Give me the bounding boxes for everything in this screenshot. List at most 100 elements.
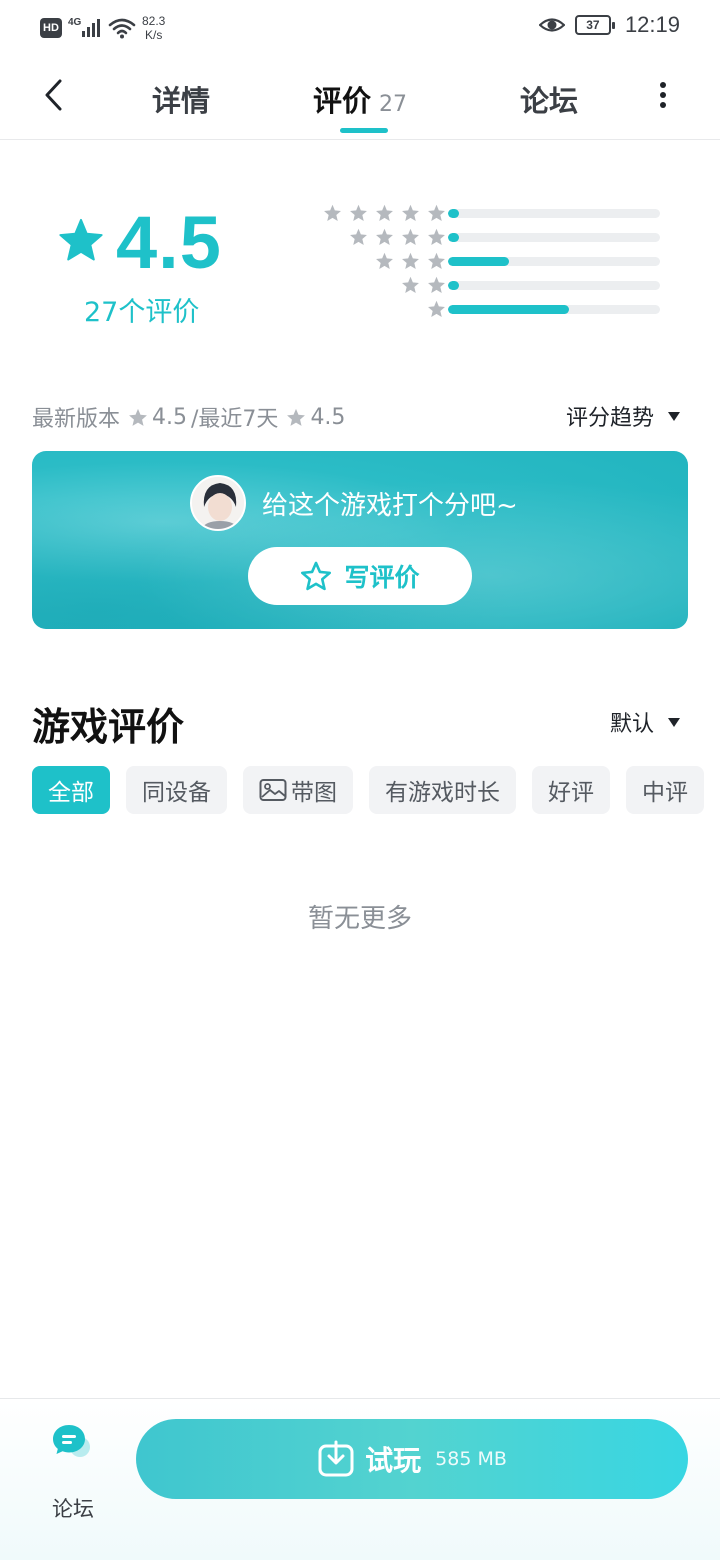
star-icon [129, 408, 147, 426]
star-icon [324, 204, 341, 221]
write-review-button[interactable]: 写评价 [248, 547, 472, 605]
top-nav: 详情 评价 27 论坛 [0, 56, 720, 140]
network-speed: 82.3 K/s [142, 14, 165, 42]
filter-chip-has-playtime[interactable]: 有游戏时长 [369, 766, 516, 814]
back-arrow-icon[interactable] [40, 78, 70, 112]
row-stars [401, 276, 446, 294]
clock: 12:19 [624, 12, 680, 37]
rating-distribution-row [300, 298, 670, 322]
filter-chip-with-images[interactable]: 带图 [243, 766, 353, 814]
star-icon [350, 204, 367, 221]
status-bar: HD 4G 82.3 K/s 37 12:19 [0, 0, 720, 56]
rating-distribution-row [300, 274, 670, 298]
tab-forum[interactable]: 论坛 [520, 78, 578, 120]
tab-details[interactable]: 详情 [152, 78, 210, 120]
filter-chip-all[interactable]: 全部 [32, 766, 110, 814]
filter-chip-same-device[interactable]: 同设备 [126, 766, 227, 814]
chat-bubble-icon [53, 1425, 90, 1457]
sort-dropdown[interactable]: 默认 [610, 706, 680, 738]
filter-chip-label: 同设备 [142, 780, 211, 806]
star-icon [287, 408, 306, 426]
star-icon [428, 228, 445, 245]
row-stars [375, 252, 446, 270]
eye-comfort-icon [538, 18, 565, 32]
latest-version-label: 最新版本 [32, 407, 121, 432]
filter-chip-positive[interactable]: 好评 [532, 766, 610, 814]
rating-bar-fill [448, 209, 459, 218]
rating-bar-fill [448, 233, 459, 242]
speed-unit: K/s [145, 28, 163, 42]
battery-level: 37 [586, 18, 600, 32]
tab-details-label: 详情 [152, 84, 211, 118]
version-rating-row: 最新版本 4.5 /最近7天 4.5 评分趋势 [32, 400, 688, 434]
rating-bar-track [448, 233, 660, 242]
download-icon [318, 1440, 354, 1477]
latest-version-score: 4.5 [152, 404, 188, 430]
star-icon [402, 204, 419, 221]
rating-distribution-row [300, 202, 670, 226]
write-review-card: 给这个游戏打个分吧~ 写评价 [32, 451, 688, 629]
sort-label: 默认 [609, 712, 654, 737]
cellular-signal-icon: 4G [68, 17, 102, 39]
bottom-action-bar: 论坛 试玩 585 MB [0, 1398, 720, 1560]
tab-reviews-label: 评价 [313, 84, 372, 118]
rating-distribution-row [300, 226, 670, 250]
filter-chip-neutral[interactable]: 中评 [626, 766, 704, 814]
average-score: 4.5 [116, 201, 222, 284]
hd-icon: HD [40, 18, 62, 38]
wifi-icon [108, 18, 136, 39]
download-size: 585 MB [435, 1448, 507, 1470]
star-icon [402, 252, 419, 269]
filter-chip-label: 好评 [548, 780, 594, 806]
rating-bar-fill [448, 305, 569, 314]
avatar-image [192, 477, 244, 529]
filter-chip-label: 带图 [291, 780, 337, 806]
forum-button[interactable]: 论坛 [40, 1421, 104, 1521]
star-icon [428, 204, 445, 221]
star-icon [376, 228, 393, 245]
rating-bar-track [448, 209, 660, 218]
more-options-icon[interactable] [656, 80, 670, 110]
speed-value: 82.3 [142, 14, 166, 28]
active-tab-indicator [340, 128, 388, 133]
star-icon [428, 252, 445, 269]
dropdown-arrow-icon [668, 411, 680, 421]
user-avatar [190, 475, 246, 531]
section-title: 游戏评价 [32, 705, 185, 749]
tab-reviews-count: 27 [379, 92, 408, 117]
tab-reviews[interactable]: 评价 27 [313, 78, 407, 120]
filter-chip-label: 全部 [48, 780, 94, 806]
trial-play-button[interactable]: 试玩 585 MB [136, 1419, 688, 1499]
row-stars [427, 300, 446, 318]
rating-trend-dropdown[interactable]: 评分趋势 [566, 400, 680, 432]
rating-bar-fill [448, 281, 459, 290]
rating-summary: 4.5 27个评价 [58, 200, 238, 330]
battery-icon: 37 [574, 15, 615, 35]
star-icon [350, 228, 367, 245]
row-stars [349, 228, 446, 246]
star-icon [402, 276, 419, 293]
write-review-label: 写评价 [344, 563, 420, 592]
dropdown-arrow-icon [668, 717, 680, 727]
forum-label: 论坛 [52, 1497, 94, 1521]
row-stars [323, 204, 446, 222]
rating-distribution-row [300, 250, 670, 274]
review-filter-chips: 全部 同设备 带图 有游戏时长 好评 中评 [32, 766, 704, 814]
rating-bar-track [448, 257, 660, 266]
empty-state-text: 暂无更多 [307, 904, 412, 934]
star-icon [428, 300, 445, 317]
filter-chip-label: 中评 [642, 780, 688, 806]
tab-forum-label: 论坛 [520, 84, 579, 118]
rating-bar-track [448, 305, 660, 314]
rating-bar-fill [448, 257, 510, 266]
star-icon [428, 276, 445, 293]
image-icon [259, 779, 287, 801]
rating-trend-label: 评分趋势 [565, 406, 654, 431]
rating-count: 27个评价 [84, 297, 200, 328]
star-icon [376, 204, 393, 221]
rating-bar-track [448, 281, 660, 290]
rating-distribution [300, 202, 670, 322]
recent-7-days-label: /最近7天 [191, 407, 279, 432]
star-icon [376, 252, 393, 269]
network-type: 4G [68, 17, 82, 28]
